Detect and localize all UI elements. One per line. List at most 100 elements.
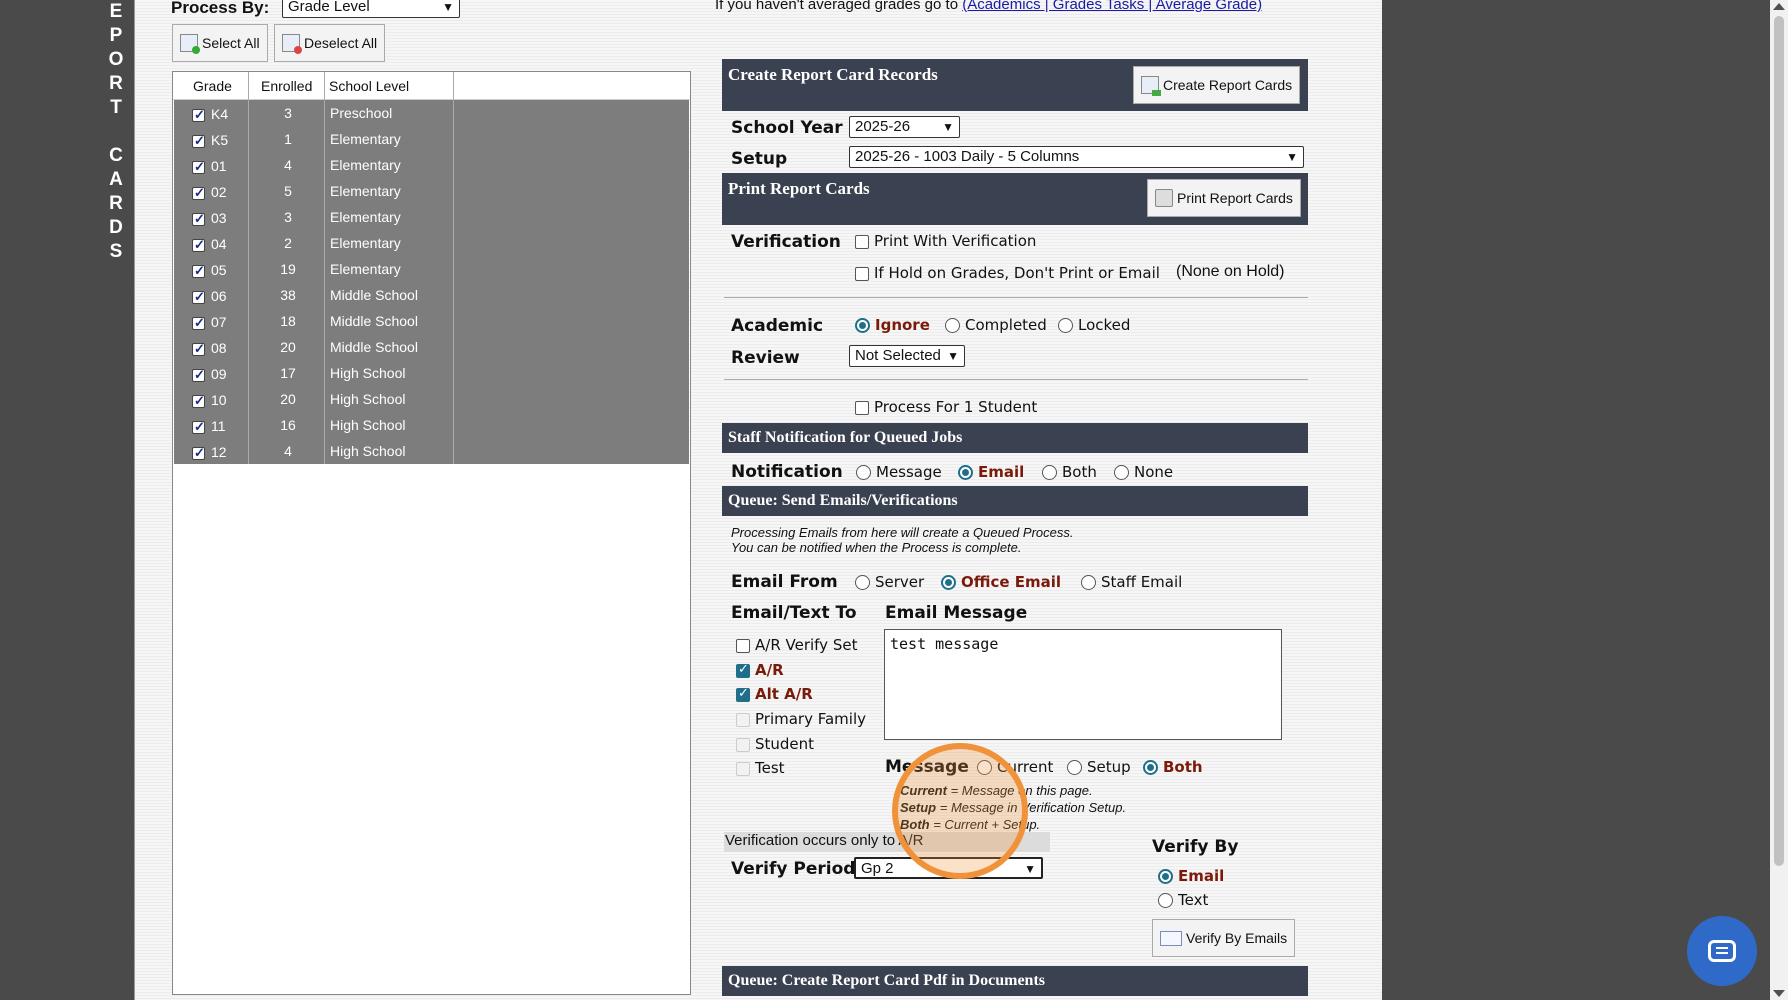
grade-row[interactable]: 07 18 Middle School	[174, 308, 689, 334]
notification-message-option[interactable]: Message	[856, 463, 942, 481]
print-with-verification-checkbox[interactable]	[855, 234, 869, 249]
process-one-option[interactable]: Process For 1 Student	[855, 398, 1037, 416]
recipient-primary-family[interactable]: Primary Family	[736, 710, 866, 728]
academic-locked-radio[interactable]	[1058, 318, 1073, 333]
verify-by-text-radio[interactable]	[1158, 893, 1173, 908]
grade-checkbox[interactable]	[192, 159, 205, 175]
grade-row[interactable]: 10 20 High School	[174, 386, 689, 412]
grade-row[interactable]: K5 1 Elementary	[174, 126, 689, 152]
verify-by-email-option[interactable]: Email	[1158, 867, 1224, 885]
recipient-checkbox[interactable]	[736, 686, 750, 702]
notification-both-radio[interactable]	[1042, 465, 1057, 480]
notification-none-radio[interactable]	[1114, 465, 1129, 480]
grade-checkbox[interactable]	[192, 289, 205, 305]
school-year-select[interactable]: 2025-26 ▼	[849, 116, 960, 138]
verify-by-email-radio[interactable]	[1158, 869, 1173, 884]
recipient-student[interactable]: Student	[736, 735, 814, 753]
average-grade-link[interactable]: (Academics | Grades Tasks | Average Grad…	[962, 0, 1262, 13]
review-value: Not Selected	[855, 347, 941, 364]
academic-ignore-radio[interactable]	[855, 318, 870, 333]
notification-email-option[interactable]: Email	[958, 463, 1024, 481]
message-setup-option[interactable]: Setup	[1067, 758, 1131, 776]
grade-row[interactable]: 03 3 Elementary	[174, 204, 689, 230]
grade-table-body: K43PreschoolK51Elementary014Elementary02…	[174, 100, 689, 464]
notification-email-radio[interactable]	[958, 465, 973, 480]
recipient-checkbox[interactable]	[736, 737, 750, 752]
notification-email-label: Email	[978, 463, 1025, 481]
recipient-test[interactable]: Test	[736, 759, 785, 777]
create-report-cards-button[interactable]: Create Report Cards	[1133, 66, 1301, 104]
grade-checkbox[interactable]	[192, 315, 205, 331]
notification-both-label: Both	[1062, 463, 1097, 481]
email-from-staff-option[interactable]: Staff Email	[1081, 573, 1182, 591]
enrolled-value: 20	[280, 391, 296, 407]
grade-row[interactable]: K4 3 Preschool	[174, 100, 689, 126]
verify-by-emails-button[interactable]: Verify By Emails	[1152, 919, 1296, 957]
message-both-radio[interactable]	[1143, 760, 1158, 775]
academic-locked-option[interactable]: Locked	[1058, 316, 1130, 334]
message-setup-radio[interactable]	[1067, 760, 1082, 775]
grade-row[interactable]: 05 19 Elementary	[174, 256, 689, 282]
grade-checkbox[interactable]	[192, 341, 205, 357]
grade-row[interactable]: 02 5 Elementary	[174, 178, 689, 204]
grade-row[interactable]: 04 2 Elementary	[174, 230, 689, 256]
academic-completed-radio[interactable]	[945, 318, 960, 333]
notification-both-option[interactable]: Both	[1042, 463, 1097, 481]
process-one-checkbox[interactable]	[855, 400, 869, 415]
print-report-cards-button[interactable]: Print Report Cards	[1147, 179, 1301, 217]
recipient-alt-ar[interactable]: Alt A/R	[736, 685, 813, 703]
grade-checkbox[interactable]	[192, 107, 205, 123]
grade-checkbox[interactable]	[192, 211, 205, 227]
deselect-all-button[interactable]: Deselect All	[274, 24, 386, 62]
grade-checkbox[interactable]	[192, 367, 205, 383]
recipient-checkbox[interactable]	[736, 761, 750, 776]
print-with-verification-option[interactable]: Print With Verification	[855, 232, 1036, 250]
grade-checkbox[interactable]	[192, 445, 205, 461]
academic-completed-option[interactable]: Completed	[945, 316, 1047, 334]
academic-ignore-option[interactable]: Ignore	[855, 316, 930, 334]
review-select[interactable]: Not Selected ▼	[849, 345, 965, 367]
grade-checkbox[interactable]	[192, 185, 205, 201]
email-from-server-radio[interactable]	[855, 575, 870, 590]
grade-row[interactable]: 08 20 Middle School	[174, 334, 689, 360]
grade-checkbox[interactable]	[192, 237, 205, 253]
grade-checkbox[interactable]	[192, 263, 205, 279]
verify-by-text-option[interactable]: Text	[1158, 891, 1208, 909]
message-both-option[interactable]: Both	[1143, 758, 1203, 776]
hold-checkbox[interactable]	[855, 266, 869, 281]
hold-option[interactable]: If Hold on Grades, Don't Print or Email	[855, 264, 1160, 282]
grade-row[interactable]: 11 16 High School	[174, 412, 689, 438]
grade-row[interactable]: 06 38 Middle School	[174, 282, 689, 308]
select-all-button[interactable]: Select All	[172, 24, 268, 62]
email-from-office-option[interactable]: Office Email	[941, 573, 1061, 591]
chat-button[interactable]	[1687, 916, 1757, 986]
grade-row[interactable]: 09 17 High School	[174, 360, 689, 386]
grade-checkbox[interactable]	[192, 133, 205, 149]
scrollbar-thumb[interactable]	[1774, 16, 1784, 866]
scrollbar[interactable]	[1770, 0, 1788, 1000]
recipient-checkbox[interactable]	[736, 662, 750, 678]
recipient-ar-verify-set[interactable]: A/R Verify Set	[736, 636, 857, 654]
grade-checkbox[interactable]	[192, 419, 205, 435]
enrolled-value: 20	[280, 339, 296, 355]
grade-row[interactable]: 12 4 High School	[174, 438, 689, 464]
email-from-office-radio[interactable]	[941, 575, 956, 590]
recipient-checkbox[interactable]	[736, 638, 750, 653]
process-by-select[interactable]: Grade Level ▼	[282, 0, 460, 18]
notification-none-option[interactable]: None	[1114, 463, 1173, 481]
notification-message-radio[interactable]	[856, 465, 871, 480]
grade-checkbox[interactable]	[192, 393, 205, 409]
scroll-down-icon[interactable]	[1773, 990, 1785, 997]
scroll-up-icon[interactable]	[1773, 3, 1785, 10]
grade-row[interactable]: 01 4 Elementary	[174, 152, 689, 178]
grade-cell: 01	[192, 158, 252, 175]
setup-select[interactable]: 2025-26 - 1003 Daily - 5 Columns ▼	[849, 146, 1304, 168]
email-message-textarea[interactable]: test message	[884, 629, 1282, 740]
hold-status: (None on Hold)	[1176, 263, 1285, 280]
recipient-checkbox[interactable]	[736, 712, 750, 727]
recipient-ar[interactable]: A/R	[736, 661, 784, 679]
email-from-staff-radio[interactable]	[1081, 575, 1096, 590]
title-letter: D	[109, 217, 123, 238]
grade-value: 03	[211, 210, 227, 226]
email-from-server-option[interactable]: Server	[855, 573, 924, 591]
